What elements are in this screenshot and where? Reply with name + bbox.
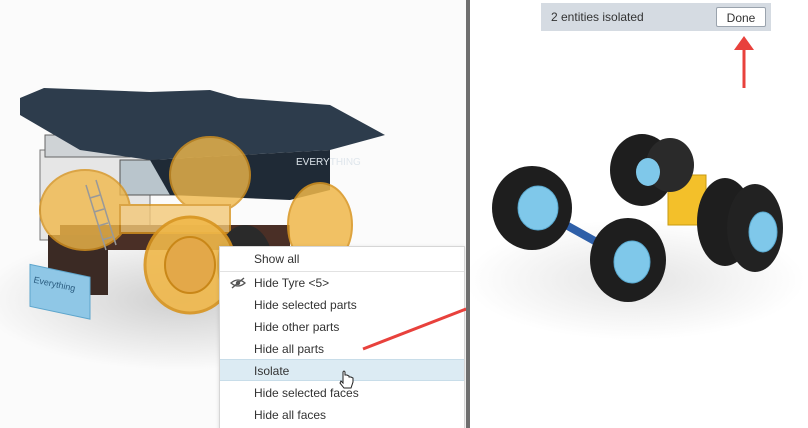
menu-item-hide-tyre[interactable]: Hide Tyre <5>	[220, 272, 464, 294]
rear-tyre-top-highlight	[169, 136, 251, 214]
menu-item-isolate[interactable]: Isolate	[220, 359, 464, 381]
menu-item-show-all[interactable]: Show all	[220, 248, 464, 270]
menu-item-hide-all-faces[interactable]: Hide all faces	[220, 404, 464, 426]
hide-eye-icon	[230, 277, 246, 289]
right-viewport[interactable]: 2 entities isolated Done	[470, 0, 808, 428]
menu-item-hide-tyre-label: Hide Tyre <5>	[254, 276, 330, 290]
rim-rear-left	[517, 185, 559, 231]
front-tyre-highlight	[39, 169, 131, 251]
left-viewport[interactable]: EVERYTHING Everything Show all Hide Tyre…	[0, 0, 466, 428]
menu-item-hide-all-parts[interactable]: Hide all parts	[220, 338, 464, 360]
rim-rear-right	[636, 158, 660, 186]
isolated-parts-model[interactable]	[470, 0, 808, 428]
front-right-hub-highlight	[164, 236, 216, 294]
arrow-head-up	[734, 36, 754, 50]
truck-side-decal: EVERYTHING	[296, 157, 361, 168]
menu-item-hide-other-parts[interactable]: Hide other parts	[220, 316, 464, 338]
isolate-status-bar: 2 entities isolated Done	[541, 3, 771, 31]
rim-front-right	[748, 211, 778, 253]
menu-item-hide-selected-parts[interactable]: Hide selected parts	[220, 294, 464, 316]
menu-item-hide-selected-faces[interactable]: Hide selected faces	[220, 382, 464, 404]
done-button[interactable]: Done	[716, 7, 766, 27]
rim-front-left	[613, 240, 651, 284]
isolate-status-text: 2 entities isolated	[551, 10, 644, 24]
context-menu: Show all Hide Tyre <5> Hide selected par…	[219, 246, 465, 428]
